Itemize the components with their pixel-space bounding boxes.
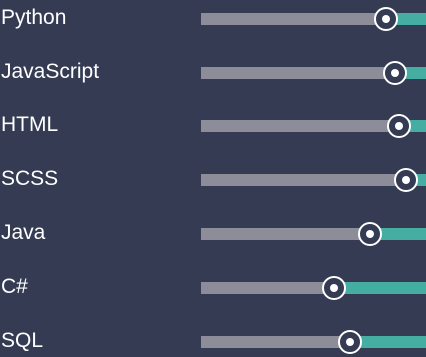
slider-thumb-dot-icon: [346, 338, 354, 346]
skill-row: JavaScript: [0, 56, 426, 88]
skill-slider-track[interactable]: [201, 330, 426, 354]
skill-label: Python: [1, 6, 67, 29]
slider-thumb-dot-icon: [382, 15, 390, 23]
skill-label: HTML: [1, 113, 59, 136]
skill-row: Java: [0, 217, 426, 249]
skill-slider-thumb[interactable]: [322, 276, 346, 300]
skill-slider-thumb[interactable]: [338, 330, 362, 354]
slider-thumb-dot-icon: [395, 122, 403, 130]
skill-slider-track[interactable]: [201, 61, 426, 85]
slider-thumb-dot-icon: [366, 230, 374, 238]
skill-row: C#: [0, 271, 426, 303]
skill-label: Java: [1, 221, 46, 244]
skill-label: SCSS: [1, 167, 59, 190]
skill-label: SQL: [1, 329, 44, 352]
skill-label: JavaScript: [1, 60, 100, 83]
skill-slider-track[interactable]: [201, 222, 426, 246]
skill-slider-thumb[interactable]: [358, 222, 382, 246]
skill-row: HTML: [0, 109, 426, 141]
skill-slider-track[interactable]: [201, 7, 426, 31]
slider-thumb-dot-icon: [402, 176, 410, 184]
skill-slider-track[interactable]: [201, 114, 426, 138]
skill-row: SCSS: [0, 163, 426, 195]
skill-slider-thumb[interactable]: [387, 114, 411, 138]
skill-slider-thumb[interactable]: [383, 61, 407, 85]
skill-slider-thumb[interactable]: [374, 7, 398, 31]
skill-slider-track[interactable]: [201, 168, 426, 192]
skill-row: Python: [0, 2, 426, 34]
skill-row: SQL: [0, 325, 426, 357]
slider-thumb-dot-icon: [391, 69, 399, 77]
skill-slider-track[interactable]: [201, 276, 426, 300]
skills-list: Python JavaScript HTML SCSS Java C# SQL: [0, 0, 426, 354]
slider-thumb-dot-icon: [330, 284, 338, 292]
skill-slider-thumb[interactable]: [394, 168, 418, 192]
skill-label: C#: [1, 275, 28, 298]
skill-slider-remaining: [334, 282, 426, 294]
